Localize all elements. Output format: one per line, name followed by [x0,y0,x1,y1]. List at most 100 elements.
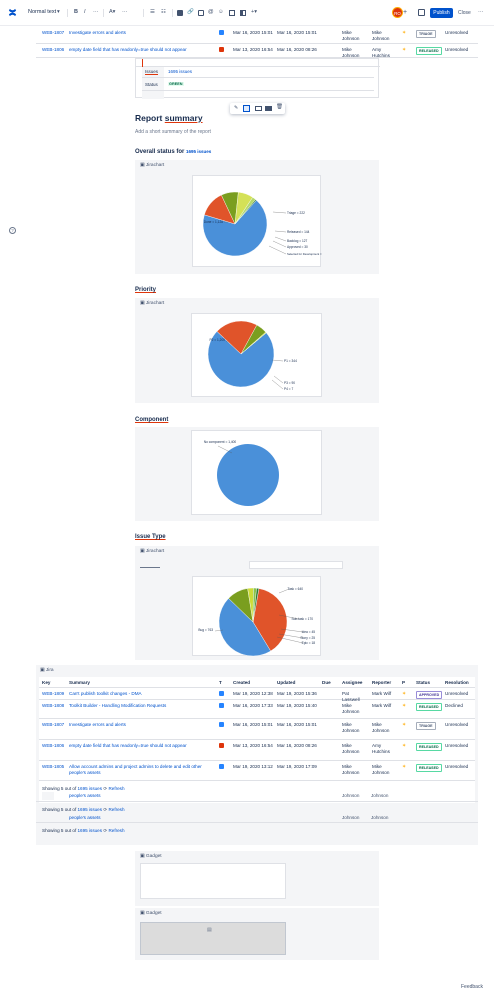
issues-link[interactable]: 1695 issues [168,69,192,74]
italic-icon[interactable]: I [84,9,86,16]
column-header[interactable]: Resolution [445,680,469,686]
table-header: Key Summary T Created Updated Due Assignee Repo… [39,678,475,688]
pie-slice [217,444,279,506]
issue-key-link[interactable]: WEB-1808 [42,703,64,709]
gadget-panel-1: ▣ Gadget [135,851,379,906]
refresh-link[interactable]: Refresh [108,786,124,791]
pie-slice-label: Approved = 30 [287,245,308,249]
issue-key-link[interactable]: WEB-1806 [42,47,64,53]
pie-leader-line [272,240,287,248]
table-row[interactable]: WEB-1806 empty date field that has readon… [39,740,475,761]
table-row[interactable]: WEB-1808 Toolkit Builder - Handling Modif… [39,700,475,719]
created-cell: Mar 16, 2020 15:01 [233,30,273,35]
status-badge: APPROVED [416,691,443,699]
issue-key-link[interactable]: WEB-1809 [42,691,64,697]
issue-summary-link[interactable]: empty date field that has readonly=true … [69,743,209,749]
confluence-logo-icon[interactable] [8,8,17,17]
table-icon[interactable] [229,10,235,16]
table-row[interactable]: WEB-1805 Allow account admins and project… [39,761,475,781]
status-badge: RELEASED [416,47,442,55]
jirachart-label: ▣ Jirachart [140,163,165,168]
table-row[interactable]: WEB-1807 Investigate errors and alerts Mar… [39,719,475,740]
pie-leader-line [217,445,233,454]
link-icon[interactable]: 🔗 [187,9,194,16]
insert-plus-icon[interactable]: +▾ [251,9,257,16]
issue-type-icon [219,722,224,727]
issue-key-link[interactable]: WEB-1806 [42,743,64,749]
issue-type-icon [219,743,224,748]
created-cell: Mar 19, 2020 13:12 [233,764,273,769]
issue-summary-link[interactable]: Can't publish toolkit changes - DMA [69,691,209,697]
column-header[interactable]: Due [322,680,331,686]
gadget-placeholder [140,922,286,955]
issue-summary-link[interactable]: Investigate errors and alerts [69,30,126,36]
invite-plus-icon[interactable]: + [403,9,407,16]
image-icon[interactable] [198,10,204,16]
issues-label: Issues [145,69,159,74]
table-row[interactable]: WEB-1807 Investigate errors and alerts Mar… [36,27,478,44]
jirachart-panel-priority: ▣ Jirachart P2 = 1,200 P1 = 344 P3 = 90 P4 … [135,298,379,403]
issue-summary-link[interactable]: Allow account admins and project admins … [69,764,209,776]
issue-summary-link[interactable]: Investigate errors and alerts [69,722,209,728]
more-actions-icon[interactable]: ··· [478,9,484,16]
more-icon[interactable]: ··· [122,9,128,16]
pie-chart-issue-type: Task = 640 Bug = 763 Sub-task = 170 Idea = … [198,587,315,657]
table-row[interactable]: WEB-1806 empty date field that has readon… [36,44,478,58]
action-item-icon[interactable] [177,10,183,16]
more-formatting-icon[interactable]: ··· [93,9,99,16]
chevron-down-icon[interactable]: ▾ [57,9,60,16]
delete-icon[interactable]: 🗑 [276,104,283,110]
numbered-list-icon[interactable]: ☷ [161,9,166,16]
column-header[interactable]: Summary [69,680,90,686]
column-header[interactable]: Reporter [372,680,391,686]
showing-count-1: Showing 5 out of 1695 issues ⟳ Refresh [42,786,125,791]
pie-slice-label: P2 = 1,200 [209,338,225,342]
bullet-list-icon[interactable]: ☰ [150,9,155,16]
column-header[interactable]: P [402,680,405,686]
pie-slice-label: Done = 1,128 [204,220,223,224]
column-header[interactable]: Updated [277,680,295,686]
table-row[interactable]: WEB-1809 Can't publish toolkit changes - … [39,688,475,702]
assignee-cell: Mike Johnson [342,703,360,714]
table-full-width-icon[interactable] [265,106,272,111]
emoji-icon[interactable]: ☺ [218,9,224,16]
column-header[interactable]: Assignee [342,680,362,686]
mention-icon[interactable]: @ [208,9,214,16]
table-options-icon[interactable] [243,105,250,112]
restrictions-icon[interactable] [418,9,425,16]
feedback-link[interactable]: Feedback [461,984,483,990]
avatar[interactable]: RO [392,7,403,18]
pie-slice-label: Task = 640 [287,587,303,591]
reporter-cell: Mark Wilf [372,691,392,696]
publish-button[interactable]: Publish [430,8,453,18]
edit-pencil-icon[interactable]: ✎ [234,105,238,111]
issue-type-icon [219,47,224,52]
chart-status: Done = 1,128 Triage = 222 Released = 144 Ba… [192,175,324,267]
summary-placeholder[interactable]: Add a short summary of the report [135,129,211,135]
bold-icon[interactable]: B [74,9,78,16]
reporter-cell: Amy Hutchins [372,743,390,754]
column-header[interactable]: T [219,680,222,686]
pie-slice-label: Backlog = 127 [287,239,308,243]
close-button[interactable]: Close [458,8,471,18]
table-width-icon[interactable] [255,106,262,111]
chart-issue-type: Task = 640 Bug = 763 Sub-task = 170 Idea = … [192,576,321,657]
issue-key-link[interactable]: WEB-1807 [42,30,64,36]
help-icon[interactable]: ? [9,227,16,234]
column-header[interactable]: Status [416,680,430,686]
issue-summary-link[interactable]: Toolkit Builder - Handling Modification … [69,703,209,709]
resolution-cell: Unresolved [445,691,469,696]
assignee-cell: Mike Johnson [342,30,360,41]
column-header[interactable]: Key [42,680,50,686]
issue-summary-link[interactable]: empty date field that has readonly=true … [69,47,187,53]
text-color-icon[interactable]: A▾ [109,9,115,16]
column-header[interactable]: Created [233,680,250,686]
status-badge: TRIAGE [416,30,436,38]
text-style-select[interactable]: Normal text [28,9,56,16]
issue-key-link[interactable]: WEB-1807 [42,722,64,728]
status-badge: TRIAGE [416,722,436,730]
issue-key-link[interactable]: WEB-1805 [42,764,64,770]
jirachart-panel-status: ▣ Jirachart Done = 1,128 Triage = 222 Rele… [135,160,379,274]
pie-leader-line [268,245,287,255]
layout-icon[interactable] [240,10,246,16]
